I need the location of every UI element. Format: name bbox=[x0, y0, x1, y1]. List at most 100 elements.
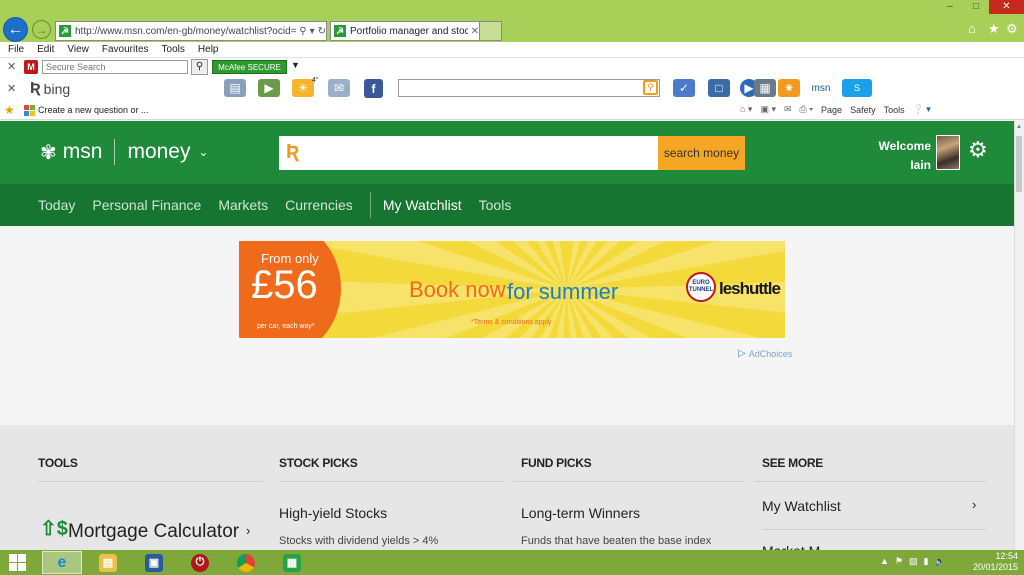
fund-picks-heading: FUND PICKS bbox=[521, 456, 592, 470]
tools-menu[interactable]: Tools bbox=[884, 105, 905, 115]
rss-feeds-icon[interactable]: ▣ ▾ bbox=[760, 104, 776, 115]
divider bbox=[279, 481, 504, 482]
flag-icon[interactable]: ⚑ bbox=[895, 556, 903, 567]
home-icon[interactable]: ⌂ bbox=[968, 21, 976, 36]
nav-tools[interactable]: Tools bbox=[479, 197, 512, 213]
menu-tools[interactable]: Tools bbox=[162, 44, 185, 55]
taskbar-network-app[interactable]: ▣ bbox=[134, 551, 174, 574]
money-section-label[interactable]: money bbox=[127, 140, 190, 164]
print-icon[interactable]: ⎙ ▾ bbox=[800, 104, 813, 115]
chevron-up-icon[interactable]: ▲ bbox=[880, 556, 889, 567]
close-toolbar-icon[interactable]: ✕ bbox=[7, 60, 16, 73]
command-bar: ⌂ ▾ ▣ ▾ ✉ ⎙ ▾ Page Safety Tools ❔ ▾ bbox=[740, 104, 931, 115]
like-thumbs-up-icon[interactable]: ✓ bbox=[673, 79, 695, 97]
welcome-user[interactable]: Welcome Iain bbox=[870, 137, 931, 175]
menu-view[interactable]: View bbox=[67, 44, 89, 55]
scrollbar-thumb[interactable] bbox=[1016, 136, 1022, 192]
gear-icon[interactable]: ⚙ bbox=[968, 137, 988, 163]
scroll-up-arrow-icon[interactable]: ▲ bbox=[1016, 124, 1022, 130]
bing-search-input[interactable] bbox=[398, 79, 660, 97]
close-window-button[interactable]: ✕ bbox=[989, 0, 1024, 14]
browser-frame: ← → ☭ http://www.msn.com/en-gb/money/wat… bbox=[0, 0, 1024, 42]
favorites-star-icon[interactable]: ★ bbox=[988, 21, 1000, 37]
taskbar-internet-explorer[interactable]: e bbox=[42, 551, 82, 574]
volume-icon[interactable]: 🔈 bbox=[934, 556, 945, 567]
maps-icon[interactable]: ▶ bbox=[258, 79, 280, 97]
menu-bar: File Edit View Favourites Tools Help bbox=[0, 42, 1024, 57]
messenger-icon[interactable]: □ bbox=[708, 79, 730, 97]
add-favorite-star-icon[interactable]: ★ bbox=[4, 103, 15, 117]
chevron-right-icon[interactable]: › bbox=[246, 523, 250, 538]
chevron-down-icon[interactable]: ▼ bbox=[291, 60, 300, 70]
facebook-icon[interactable]: f bbox=[364, 79, 383, 98]
msn-icon[interactable]: msn bbox=[806, 79, 836, 97]
page-menu[interactable]: Page bbox=[821, 105, 842, 115]
mcafee-secure-button[interactable]: McAfee SECURE bbox=[212, 60, 287, 74]
close-toolbar-icon[interactable]: ✕ bbox=[7, 82, 16, 95]
read-mail-icon[interactable]: ✉ bbox=[784, 104, 792, 115]
address-url[interactable]: http://www.msn.com/en-gb/money/watchlist… bbox=[75, 26, 296, 37]
network-icon[interactable]: ▧ bbox=[909, 556, 918, 567]
msn-money-nav: Today Personal Finance Markets Currencie… bbox=[0, 184, 1014, 226]
bing-logo[interactable]: Ʀbing bbox=[30, 80, 70, 98]
secure-search-button[interactable]: ⚲ bbox=[191, 59, 208, 75]
menu-help[interactable]: Help bbox=[198, 44, 219, 55]
gear-icon[interactable]: ⚙ bbox=[1006, 21, 1018, 37]
chevron-down-icon[interactable]: ⌄ bbox=[198, 145, 208, 159]
search-money-button[interactable]: search money bbox=[658, 136, 745, 170]
tab-title: Portfolio manager and stoc... bbox=[350, 25, 468, 37]
new-tab-button[interactable] bbox=[480, 21, 502, 41]
close-tab-icon[interactable]: ✕ bbox=[471, 26, 479, 37]
back-button[interactable]: ← bbox=[3, 17, 28, 42]
msn-logo[interactable]: ✾ msn money ⌄ bbox=[40, 139, 209, 165]
news-icon[interactable]: ▤ bbox=[224, 79, 246, 97]
favorite-link-create-question[interactable]: Create a new question or ... bbox=[38, 105, 149, 115]
menu-edit[interactable]: Edit bbox=[37, 44, 54, 55]
tab-portfolio-manager[interactable]: ☭ Portfolio manager and stoc... ✕ bbox=[330, 21, 480, 41]
nav-markets[interactable]: Markets bbox=[218, 197, 268, 213]
start-button[interactable] bbox=[9, 554, 26, 571]
address-bar[interactable]: ☭ http://www.msn.com/en-gb/money/watchli… bbox=[55, 21, 327, 41]
nav-my-watchlist[interactable]: My Watchlist bbox=[383, 197, 462, 213]
bing-search-button[interactable]: ⚲ bbox=[643, 80, 658, 95]
adchoices-link[interactable]: ▷ AdChoices bbox=[738, 348, 792, 359]
battery-icon[interactable]: ▮ bbox=[924, 556, 929, 567]
help-icon[interactable]: ❔ ▾ bbox=[913, 104, 931, 115]
refresh-icon[interactable]: ↻ bbox=[318, 26, 326, 37]
safety-menu[interactable]: Safety bbox=[850, 105, 876, 115]
eurotunnel-ad-banner[interactable]: From only £56 per car, each way* Book no… bbox=[239, 241, 785, 338]
menu-file[interactable]: File bbox=[8, 44, 24, 55]
taskbar-power-app[interactable]: ⏻ bbox=[180, 551, 220, 574]
maximize-button[interactable]: □ bbox=[963, 0, 989, 14]
weather-icon[interactable]: ☀ bbox=[292, 79, 314, 97]
nav-currencies[interactable]: Currencies bbox=[285, 197, 353, 213]
arrow-left-icon: ← bbox=[7, 20, 24, 38]
ad-for-summer: for summer bbox=[507, 279, 619, 304]
folder-icon: ▤ bbox=[99, 553, 117, 572]
home-icon[interactable]: ⌂ ▾ bbox=[740, 104, 752, 115]
search-icon[interactable]: ⚲ bbox=[299, 26, 306, 37]
film-icon[interactable]: ▦ bbox=[754, 79, 776, 97]
taskbar-windows-store[interactable]: ▦ bbox=[272, 551, 312, 574]
secure-search-input[interactable] bbox=[42, 60, 188, 74]
taskbar-file-explorer[interactable]: ▤ bbox=[88, 551, 128, 574]
chevron-right-icon[interactable]: › bbox=[972, 497, 976, 512]
bing-rewards-icon[interactable]: ✷ bbox=[778, 79, 800, 97]
forward-button[interactable]: → bbox=[32, 20, 51, 39]
search-icon: ⚲ bbox=[195, 61, 204, 72]
nav-today[interactable]: Today bbox=[38, 197, 75, 213]
mail-icon[interactable]: ✉ bbox=[328, 79, 350, 97]
menu-favourites[interactable]: Favourites bbox=[102, 44, 149, 55]
taskbar-clock[interactable]: 12:54 20/01/2015 bbox=[968, 551, 1018, 573]
my-watchlist-link[interactable]: My Watchlist bbox=[762, 498, 841, 514]
dropdown-icon[interactable]: ▾ bbox=[310, 26, 315, 37]
msn-search-input[interactable]: Ʀ bbox=[279, 136, 658, 170]
avatar[interactable] bbox=[936, 135, 960, 170]
minimize-button[interactable]: – bbox=[937, 0, 963, 14]
mortgage-calculator-link[interactable]: Mortgage Calculator bbox=[68, 521, 239, 543]
skype-icon[interactable]: S bbox=[842, 79, 872, 97]
long-term-winners-link[interactable]: Long-term Winners bbox=[521, 505, 640, 521]
taskbar-chrome[interactable] bbox=[226, 551, 266, 574]
high-yield-stocks-link[interactable]: High-yield Stocks bbox=[279, 505, 387, 521]
nav-personal-finance[interactable]: Personal Finance bbox=[92, 197, 201, 213]
